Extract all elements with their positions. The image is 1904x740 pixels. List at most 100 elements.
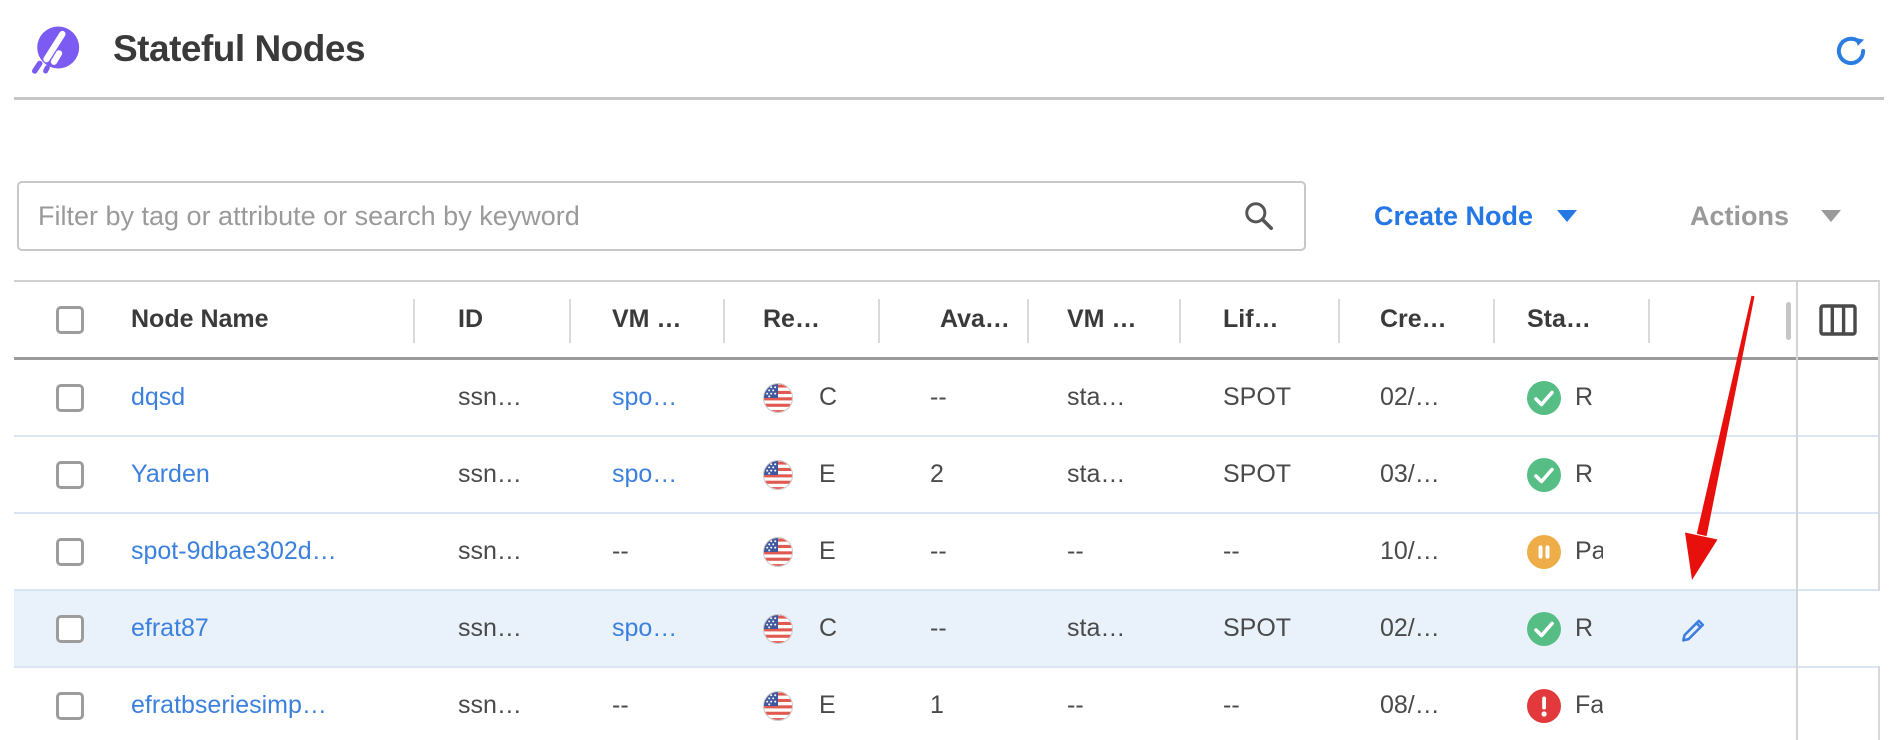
header-divider bbox=[14, 97, 1884, 100]
column-header-id[interactable]: ID bbox=[413, 282, 569, 357]
column-header-node-name[interactable]: Node Name bbox=[107, 282, 413, 357]
node-id: ssn… bbox=[458, 691, 522, 720]
stateful-nodes-table: Node Name ID VM … Re… Ava… VM … Lif… Cre… bbox=[14, 280, 1880, 740]
created-at: 03/… bbox=[1380, 460, 1440, 489]
status-label: R bbox=[1575, 383, 1603, 412]
node-name-link[interactable]: dqsd bbox=[131, 383, 185, 412]
actions-button[interactable]: Actions bbox=[1690, 181, 1841, 251]
status-failed-icon bbox=[1527, 689, 1561, 723]
created-at: 08/… bbox=[1380, 691, 1440, 720]
vm-config: -- bbox=[1067, 691, 1084, 720]
column-header-lifecycle[interactable]: Lif… bbox=[1179, 282, 1338, 357]
columns-picker-cell bbox=[1796, 282, 1880, 357]
node-id: ssn… bbox=[458, 537, 522, 566]
row-actions-cell bbox=[1648, 591, 1796, 666]
spot-logo-icon bbox=[28, 24, 80, 76]
table-row[interactable]: dqsd ssn… spo… C -- sta… SPOT 02/… R bbox=[14, 360, 1878, 437]
header-checkbox-cell bbox=[14, 282, 107, 357]
region-label: E bbox=[819, 537, 836, 566]
vm-value: -- bbox=[612, 537, 629, 566]
vm-config: sta… bbox=[1067, 383, 1125, 412]
status-running-icon bbox=[1527, 458, 1561, 492]
select-all-checkbox[interactable] bbox=[56, 306, 84, 334]
row-checkbox[interactable] bbox=[56, 384, 84, 412]
create-node-button[interactable]: Create Node bbox=[1374, 181, 1577, 251]
column-header-region[interactable]: Re… bbox=[723, 282, 878, 357]
vm-link[interactable]: spo… bbox=[612, 460, 677, 489]
region-label: E bbox=[819, 691, 836, 720]
chevron-down-icon bbox=[1821, 210, 1841, 222]
vertical-scrollbar-thumb[interactable] bbox=[1786, 302, 1791, 340]
row-checkbox[interactable] bbox=[56, 615, 84, 643]
node-id: ssn… bbox=[458, 383, 522, 412]
vm-link[interactable]: spo… bbox=[612, 383, 677, 412]
search-icon[interactable] bbox=[1242, 199, 1276, 233]
us-flag-icon bbox=[763, 614, 793, 644]
table-row[interactable]: spot-9dbae302d… ssn… -- E -- -- -- 10/… … bbox=[14, 514, 1878, 591]
edit-pencil-icon[interactable] bbox=[1678, 613, 1710, 645]
lifecycle: -- bbox=[1223, 691, 1240, 720]
vm-config: sta… bbox=[1067, 460, 1125, 489]
lifecycle: SPOT bbox=[1223, 383, 1291, 412]
status-running-icon bbox=[1527, 612, 1561, 646]
node-name-link[interactable]: Yarden bbox=[131, 460, 210, 489]
row-checkbox[interactable] bbox=[56, 692, 84, 720]
availability-zone: 1 bbox=[930, 691, 944, 720]
row-checkbox[interactable] bbox=[56, 538, 84, 566]
lifecycle: -- bbox=[1223, 537, 1240, 566]
stateful-nodes-page: Stateful Nodes Create Node Actions Node … bbox=[0, 0, 1904, 740]
us-flag-icon bbox=[763, 460, 793, 490]
table-row[interactable]: efratbseriesimp… ssn… -- E 1 -- -- 08/… … bbox=[14, 668, 1878, 740]
table-row-highlighted[interactable]: efrat87 ssn… spo… C -- sta… SPOT 02/… R bbox=[14, 591, 1878, 668]
table-row[interactable]: Yarden ssn… spo… E 2 sta… SPOT 03/… R bbox=[14, 437, 1878, 514]
column-header-status[interactable]: Sta… bbox=[1493, 282, 1648, 357]
vm-value: -- bbox=[612, 691, 629, 720]
region-label: C bbox=[819, 383, 837, 412]
region-label: C bbox=[819, 614, 837, 643]
column-header-availability-zone[interactable]: Ava… bbox=[878, 282, 1027, 357]
node-name-link[interactable]: efratbseriesimp… bbox=[131, 691, 327, 720]
availability-zone: -- bbox=[930, 614, 947, 643]
actions-label: Actions bbox=[1690, 201, 1789, 232]
column-header-vm[interactable]: VM … bbox=[569, 282, 723, 357]
status-label: R bbox=[1575, 614, 1603, 643]
vm-link[interactable]: spo… bbox=[612, 614, 677, 643]
column-header-vm-config[interactable]: VM … bbox=[1027, 282, 1179, 357]
columns-icon[interactable] bbox=[1819, 304, 1857, 336]
column-header-row-actions bbox=[1648, 282, 1796, 357]
node-id: ssn… bbox=[458, 614, 522, 643]
vm-config: -- bbox=[1067, 537, 1084, 566]
availability-zone: -- bbox=[930, 537, 947, 566]
lifecycle: SPOT bbox=[1223, 460, 1291, 489]
row-actions-cell bbox=[1648, 360, 1796, 435]
row-actions-cell bbox=[1648, 437, 1796, 512]
node-name-link[interactable]: spot-9dbae302d… bbox=[131, 537, 337, 566]
status-running-icon bbox=[1527, 381, 1561, 415]
row-actions-cell bbox=[1648, 514, 1796, 589]
us-flag-icon bbox=[763, 537, 793, 567]
table-header-row: Node Name ID VM … Re… Ava… VM … Lif… Cre… bbox=[14, 282, 1878, 360]
table-column-separator bbox=[1796, 282, 1798, 740]
created-at: 10/… bbox=[1380, 537, 1440, 566]
row-actions-cell bbox=[1648, 668, 1796, 740]
refresh-icon[interactable] bbox=[1834, 34, 1868, 68]
status-label: Fa bbox=[1575, 691, 1603, 720]
availability-zone: -- bbox=[930, 383, 947, 412]
node-id: ssn… bbox=[458, 460, 522, 489]
create-node-label: Create Node bbox=[1374, 201, 1533, 232]
us-flag-icon bbox=[763, 691, 793, 721]
created-at: 02/… bbox=[1380, 383, 1440, 412]
filter-input[interactable] bbox=[17, 181, 1306, 251]
created-at: 02/… bbox=[1380, 614, 1440, 643]
node-name-link[interactable]: efrat87 bbox=[131, 614, 209, 643]
column-header-created[interactable]: Cre… bbox=[1338, 282, 1493, 357]
status-label: R bbox=[1575, 460, 1603, 489]
page-title: Stateful Nodes bbox=[113, 28, 365, 70]
availability-zone: 2 bbox=[930, 460, 944, 489]
vm-config: sta… bbox=[1067, 614, 1125, 643]
chevron-down-icon bbox=[1557, 210, 1577, 222]
region-label: E bbox=[819, 460, 836, 489]
lifecycle: SPOT bbox=[1223, 614, 1291, 643]
row-checkbox[interactable] bbox=[56, 461, 84, 489]
status-paused-icon bbox=[1527, 535, 1561, 569]
